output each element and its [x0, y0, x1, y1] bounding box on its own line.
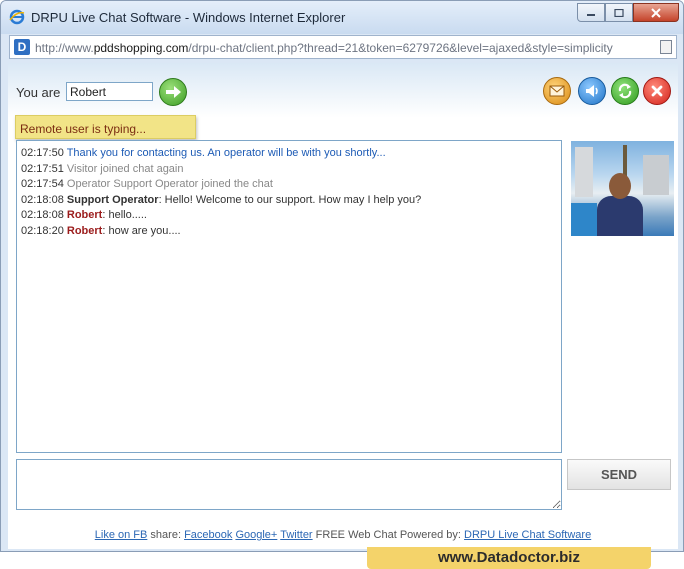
- speaker-icon: [586, 85, 598, 97]
- message-text: : how are you....: [102, 224, 181, 237]
- avatar-building: [575, 147, 593, 197]
- browser-window: DRPU Live Chat Software - Windows Intern…: [0, 0, 684, 552]
- maximize-icon: [614, 8, 624, 17]
- like-on-fb-link[interactable]: Like on FB: [95, 529, 148, 541]
- window-close-button[interactable]: [633, 3, 679, 22]
- message-time: 02:17:54: [21, 178, 64, 190]
- send-button[interactable]: SEND: [567, 459, 671, 490]
- chat-log[interactable]: 02:17:50 Thank you for contacting us. An…: [16, 140, 562, 453]
- minimize-icon: [587, 13, 595, 16]
- twitter-link[interactable]: Twitter: [280, 529, 312, 541]
- address-bar[interactable]: D http://www.pddshopping.com/drpu-chat/c…: [9, 35, 677, 59]
- refresh-button[interactable]: [611, 77, 639, 105]
- url-prefix: http://www.: [35, 41, 94, 55]
- footer: Like on FB share: Facebook Google+ Twitt…: [8, 529, 678, 541]
- site-favicon-icon: D: [14, 39, 30, 55]
- message-sender: Robert: [66, 224, 103, 237]
- url-path: /drpu-chat/client.php?thread=21&token=62…: [188, 41, 613, 55]
- message-sender: Robert: [66, 209, 103, 221]
- operator-avatar: [571, 141, 674, 236]
- facebook-link[interactable]: Facebook: [184, 529, 232, 541]
- message-time: 02:18:20: [21, 224, 64, 237]
- message-sender: Support Operator: [66, 193, 159, 206]
- url-text[interactable]: http://www.pddshopping.com/drpu-chat/cli…: [35, 41, 613, 55]
- message-time: 02:18:08: [21, 193, 64, 206]
- message-input[interactable]: [16, 459, 562, 510]
- compatibility-view-icon[interactable]: [660, 40, 672, 54]
- avatar-building: [643, 155, 669, 195]
- refresh-icon: [618, 83, 632, 99]
- arrow-right-icon: [166, 86, 181, 98]
- message-text: Thank you for contacting us. An operator…: [66, 147, 386, 159]
- chat-message: 02:18:08 Robert: hello.....: [21, 208, 557, 224]
- chat-message: 02:18:20 Robert: how are you....: [21, 224, 557, 240]
- mail-icon: [549, 85, 565, 97]
- ie-icon: [9, 9, 25, 25]
- message-text: Operator Support Operator joined the cha…: [66, 178, 273, 190]
- message-time: 02:18:08: [21, 209, 64, 221]
- url-domain: pddshopping.com: [93, 41, 189, 55]
- chat-message: 02:17:50 Thank you for contacting us. An…: [21, 146, 557, 162]
- share-label: share:: [150, 529, 181, 541]
- name-input[interactable]: [66, 82, 153, 101]
- chat-page: You are Remote user is typing... 02:17:5…: [8, 63, 678, 549]
- sound-toggle-button[interactable]: [578, 77, 606, 105]
- powered-by-text: FREE Web Chat Powered by:: [315, 529, 461, 541]
- chat-message: 02:17:54 Operator Support Operator joine…: [21, 177, 557, 193]
- minimize-button[interactable]: [577, 3, 605, 22]
- close-icon: [651, 7, 661, 18]
- avatar-head: [609, 173, 631, 199]
- window-title: DRPU Live Chat Software - Windows Intern…: [31, 10, 346, 25]
- google-plus-link[interactable]: Google+: [235, 529, 277, 541]
- message-time: 02:17:50: [21, 147, 64, 159]
- maximize-button[interactable]: [605, 3, 633, 22]
- send-transcript-button[interactable]: [543, 77, 571, 105]
- avatar-body: [597, 196, 643, 236]
- close-chat-button[interactable]: [643, 77, 671, 105]
- brand-banner: www.Datadoctor.biz: [367, 547, 651, 569]
- message-text: : hello.....: [102, 209, 147, 221]
- drpu-link[interactable]: DRPU Live Chat Software: [464, 529, 591, 541]
- change-name-button[interactable]: [159, 78, 187, 106]
- title-bar[interactable]: DRPU Live Chat Software - Windows Intern…: [1, 1, 683, 34]
- message-text: Visitor joined chat again: [66, 162, 184, 175]
- avatar-pool: [571, 203, 597, 236]
- message-time: 02:17:51: [21, 162, 64, 175]
- close-icon: [651, 85, 663, 97]
- chat-message: 02:18:08 Support Operator: Hello! Welcom…: [21, 193, 557, 209]
- you-are-label: You are: [16, 85, 61, 100]
- message-text: : Hello! Welcome to our support. How may…: [158, 193, 422, 206]
- chat-message: 02:17:51 Visitor joined chat again: [21, 162, 557, 178]
- typing-status: Remote user is typing...: [15, 115, 196, 139]
- window-controls: [577, 3, 679, 22]
